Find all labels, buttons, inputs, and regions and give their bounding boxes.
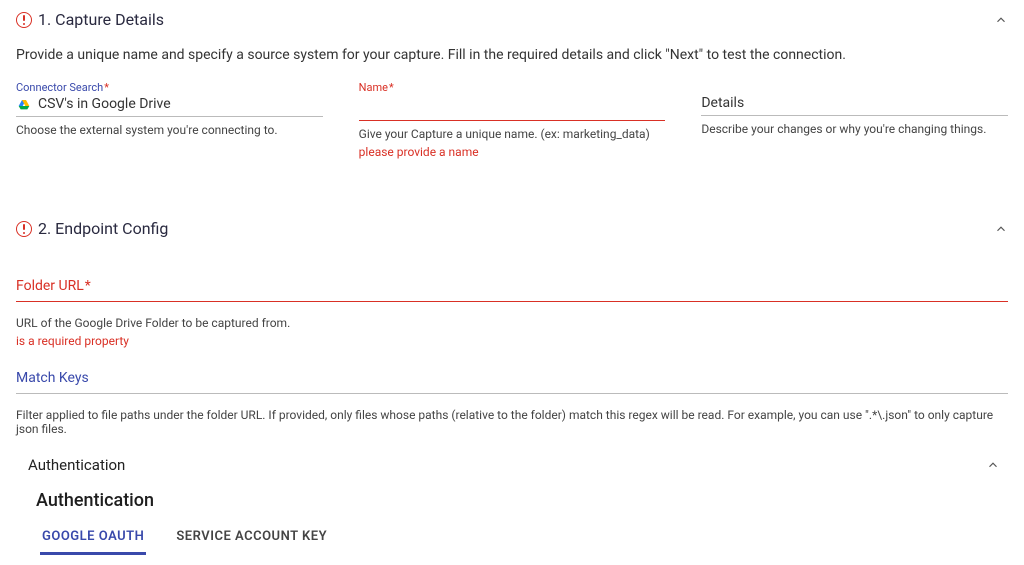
section-endpoint-config-header[interactable]: 2. Endpoint Config bbox=[0, 209, 1024, 248]
chevron-up-icon bbox=[986, 458, 1000, 472]
auth-tabs: GOOGLE OAUTH SERVICE ACCOUNT KEY bbox=[4, 523, 1024, 555]
authentication-section-label: Authentication bbox=[28, 456, 125, 474]
name-label: Name* bbox=[359, 81, 666, 94]
google-drive-icon bbox=[16, 96, 32, 112]
match-keys-label: Match Keys bbox=[16, 370, 1008, 386]
details-label[interactable]: Details bbox=[701, 95, 1008, 116]
tab-google-oauth[interactable]: GOOGLE OAUTH bbox=[40, 523, 146, 555]
chevron-up-icon bbox=[994, 222, 1008, 236]
section-endpoint-config-title: 2. Endpoint Config bbox=[38, 219, 168, 238]
name-help: Give your Capture a unique name. (ex: ma… bbox=[359, 127, 666, 141]
warning-icon bbox=[16, 221, 32, 237]
name-error: please provide a name bbox=[359, 145, 666, 159]
tab-service-account-key[interactable]: SERVICE ACCOUNT KEY bbox=[174, 523, 329, 555]
section-capture-details-header[interactable]: 1. Capture Details bbox=[0, 0, 1024, 39]
capture-details-intro: Provide a unique name and specify a sour… bbox=[0, 39, 1024, 81]
connector-search-input[interactable]: CSV's in Google Drive bbox=[16, 96, 323, 117]
chevron-up-icon bbox=[994, 13, 1008, 27]
authentication-title: Authentication bbox=[0, 480, 1024, 523]
match-keys-help: Filter applied to file paths under the f… bbox=[16, 408, 1008, 436]
connector-search-value: CSV's in Google Drive bbox=[38, 96, 171, 112]
folder-url-help: URL of the Google Drive Folder to be cap… bbox=[16, 316, 1008, 330]
details-help: Describe your changes or why you're chan… bbox=[701, 122, 1008, 136]
name-input[interactable] bbox=[359, 96, 666, 121]
section-capture-details-title: 1. Capture Details bbox=[38, 10, 164, 29]
connector-search-help: Choose the external system you're connec… bbox=[16, 123, 323, 137]
folder-url-label: Folder URL* bbox=[16, 278, 1008, 294]
authentication-section-header[interactable]: Authentication bbox=[0, 436, 1024, 480]
match-keys-input[interactable] bbox=[16, 393, 1008, 394]
connector-search-label: Connector Search* bbox=[16, 81, 323, 94]
folder-url-input[interactable] bbox=[16, 301, 1008, 302]
folder-url-error: is a required property bbox=[16, 334, 1008, 348]
warning-icon bbox=[16, 12, 32, 28]
